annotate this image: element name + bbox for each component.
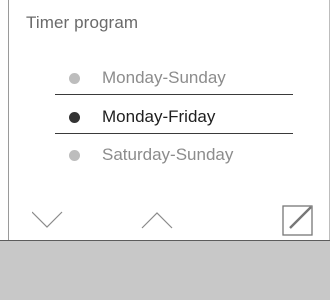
scroll-up-button[interactable] — [136, 198, 180, 242]
edit-icon — [282, 205, 313, 236]
chevron-down-icon — [31, 211, 63, 228]
edit-button[interactable] — [275, 198, 319, 242]
option-label: Monday-Sunday — [102, 68, 226, 87]
radio-dot-icon — [69, 72, 80, 84]
option-saturday-sunday[interactable]: Saturday-Sunday — [69, 141, 233, 169]
option-label: Monday-Friday — [102, 107, 216, 126]
radio-dot-icon — [69, 149, 80, 161]
scroll-down-button[interactable] — [31, 198, 76, 242]
screen-title: Timer program — [26, 13, 139, 32]
radio-dot-selected-icon — [69, 111, 80, 123]
option-label: Saturday-Sunday — [102, 145, 234, 164]
selection-rule-top — [55, 94, 293, 95]
chevron-up-icon — [141, 212, 173, 229]
option-monday-sunday[interactable]: Monday-Sunday — [69, 64, 226, 92]
bottom-bar — [0, 240, 330, 300]
option-monday-friday[interactable]: Monday-Friday — [69, 103, 215, 131]
selection-rule-bottom — [55, 133, 293, 134]
